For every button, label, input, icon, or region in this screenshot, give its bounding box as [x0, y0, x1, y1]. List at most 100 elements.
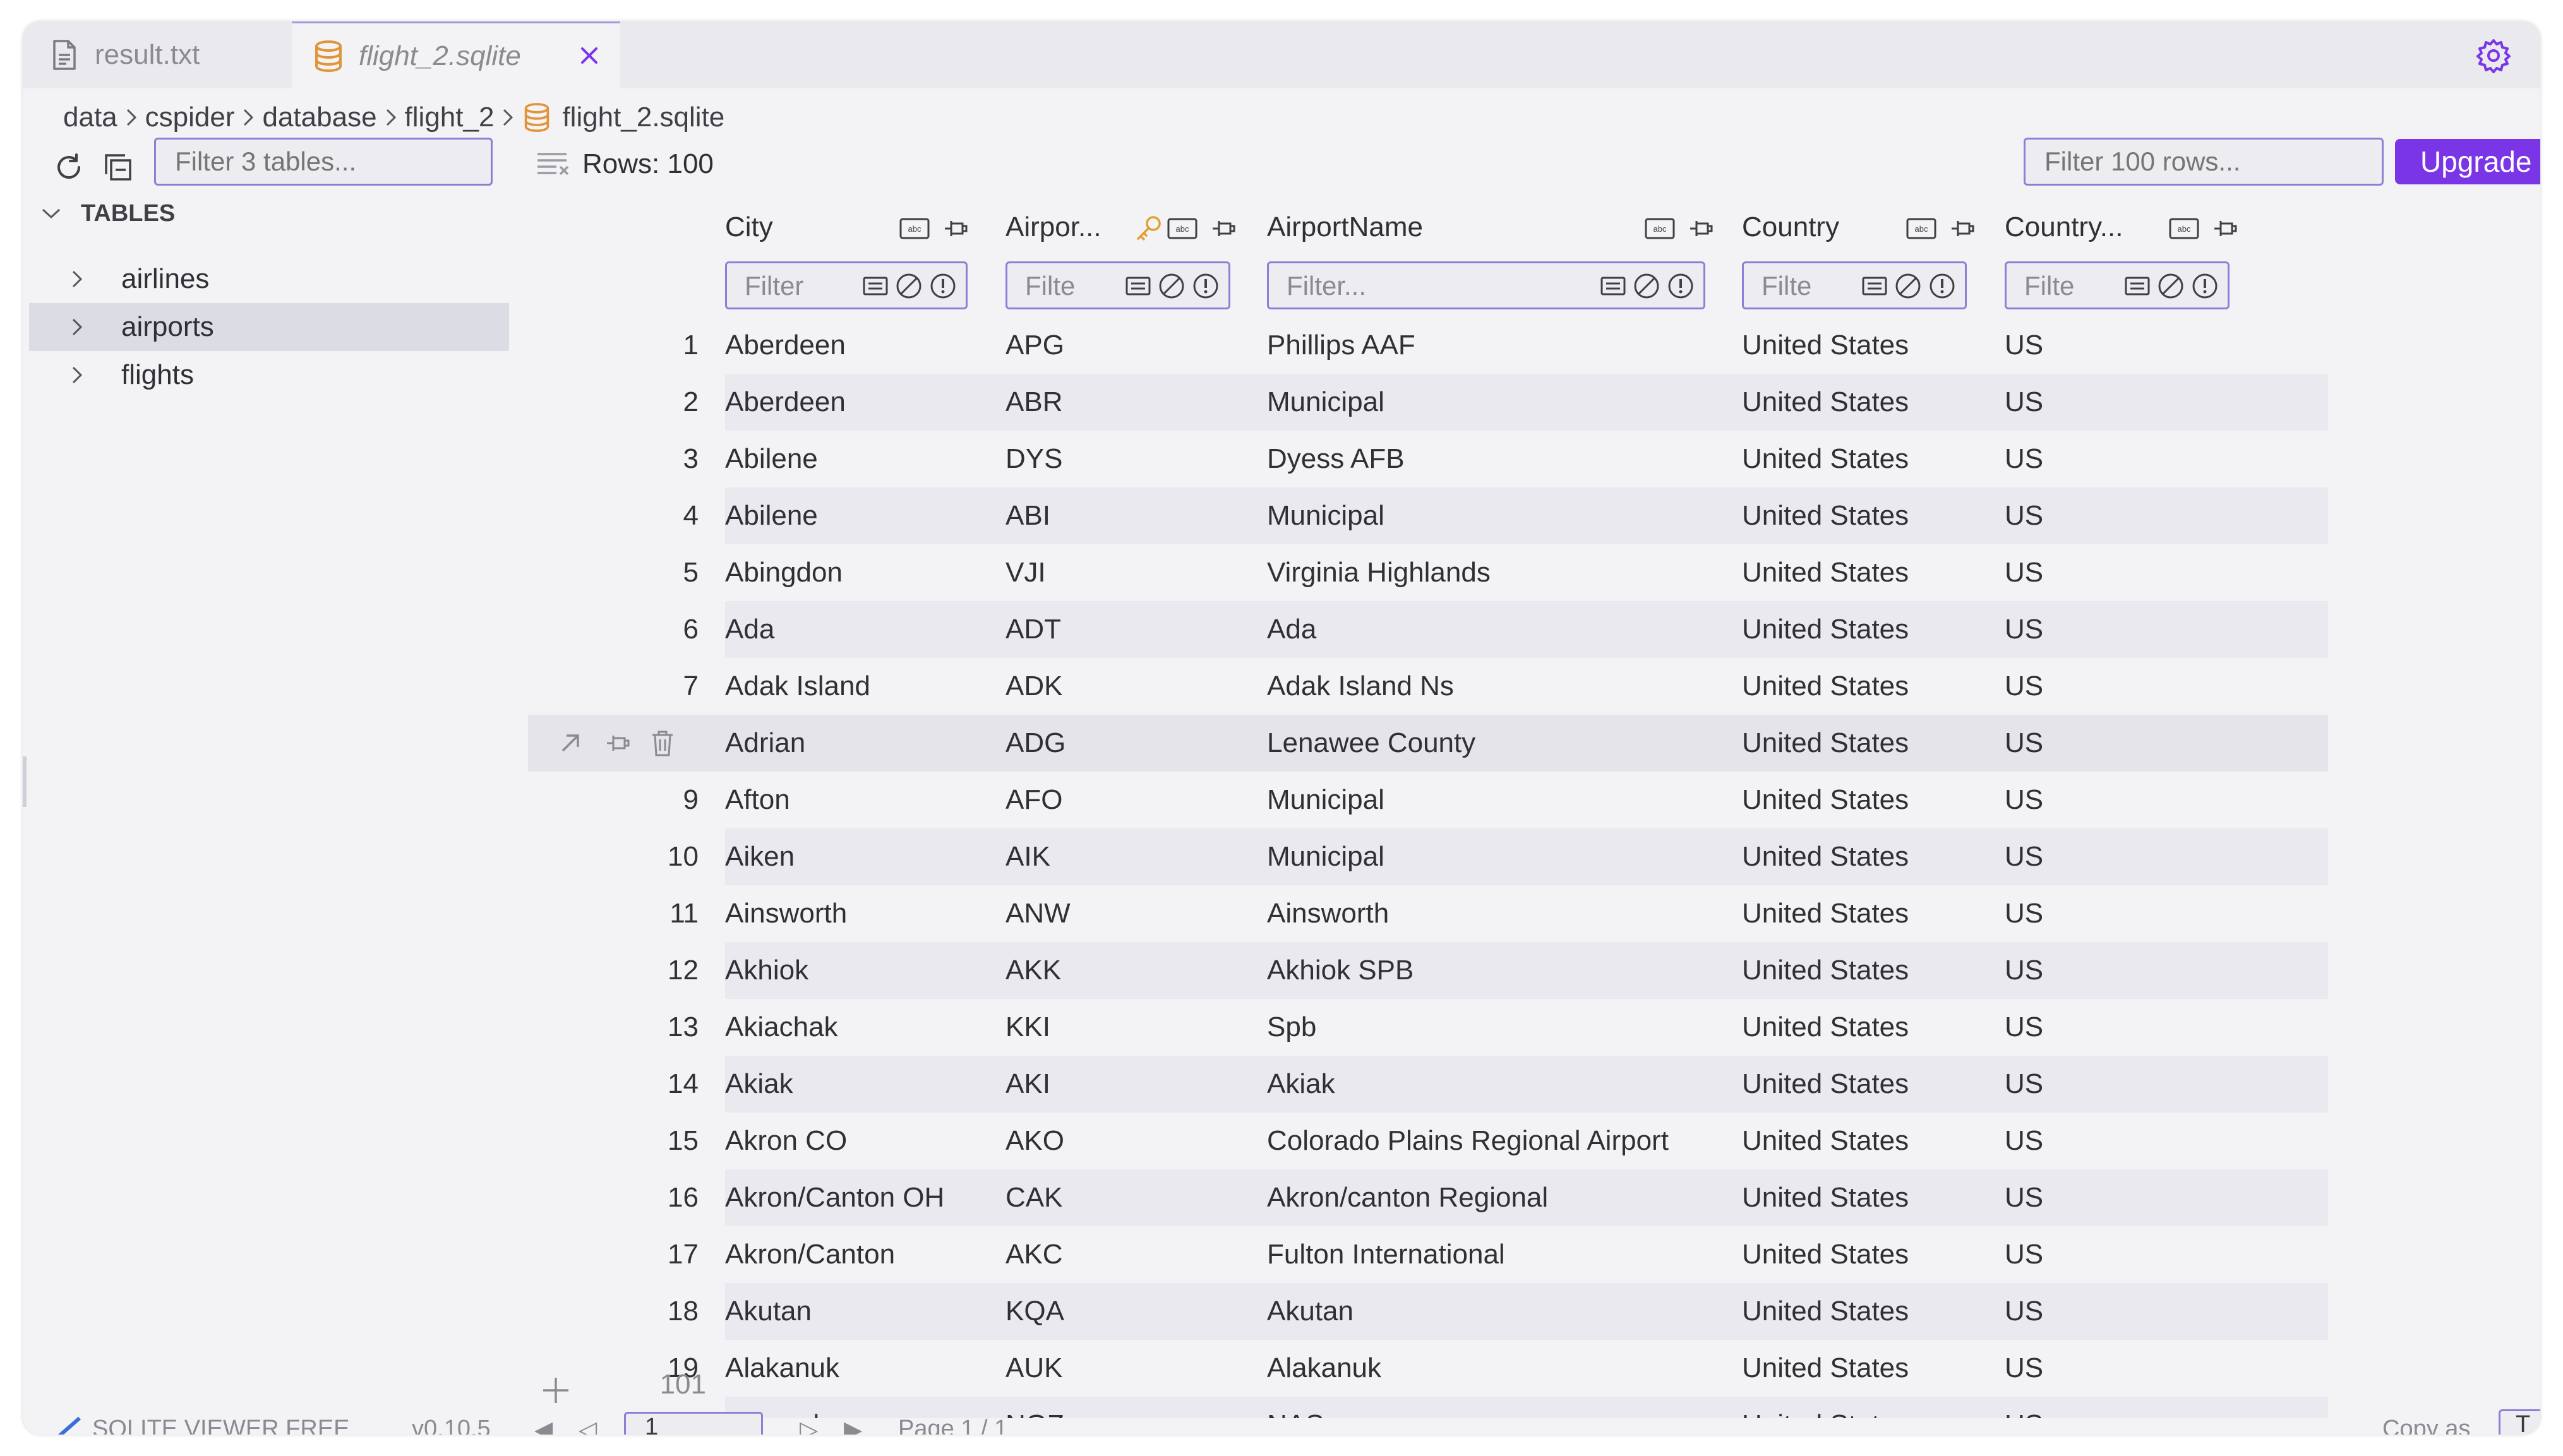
table-cell[interactable]: Akron/Canton OH [725, 1169, 944, 1226]
table-row[interactable]: 9 Afton AFO Municipal United States US [528, 772, 2328, 828]
table-cell[interactable]: Akutan [725, 1283, 812, 1340]
null-filter-icon[interactable] [2157, 272, 2185, 300]
filter-mode-icon[interactable] [862, 273, 889, 299]
table-cell[interactable]: US [2005, 772, 2043, 828]
table-cell[interactable]: Abilene [725, 431, 818, 487]
table-row[interactable]: 10 Aiken AIK Municipal United States US [528, 828, 2328, 885]
table-cell[interactable]: United States [1742, 772, 1909, 828]
table-cell[interactable]: ADG [1005, 715, 1065, 772]
column-header-airport-name[interactable]: AirportName [1267, 210, 1423, 245]
table-cell[interactable]: US [2005, 885, 2043, 942]
trash-icon[interactable] [648, 729, 677, 758]
table-cell[interactable]: Phillips AAF [1267, 317, 1415, 374]
breadcrumb-item[interactable]: database [262, 102, 376, 133]
table-cell[interactable]: ADT [1005, 601, 1061, 658]
table-cell[interactable]: United States [1742, 1056, 1909, 1113]
table-cell[interactable]: Aiken [725, 828, 795, 885]
table-cell[interactable]: Akhiok SPB [1267, 942, 1414, 999]
info-icon[interactable] [2191, 272, 2219, 300]
table-cell[interactable]: Akron CO [725, 1113, 847, 1169]
table-row[interactable]: Adrian ADG Lenawee County United States US [528, 715, 2328, 772]
table-cell[interactable]: Municipal [1267, 828, 1384, 885]
breadcrumb-item[interactable]: flight_2.sqlite [562, 102, 724, 133]
table-cell[interactable]: United States [1742, 885, 1909, 942]
table-cell[interactable]: Akhiok [725, 942, 808, 999]
table-cell[interactable]: AKI [1005, 1056, 1050, 1113]
close-icon[interactable] [573, 40, 605, 71]
null-filter-icon[interactable] [1158, 272, 1185, 300]
column-header-country[interactable]: Country [1742, 210, 1839, 245]
table-cell[interactable]: US [2005, 431, 2043, 487]
table-row[interactable]: 5 Abingdon VJI Virginia Highlands United Sta… [528, 544, 2328, 601]
table-cell[interactable]: Abingdon [725, 544, 843, 601]
table-row[interactable]: 4 Abilene ABI Municipal United States US [528, 487, 2328, 544]
table-cell[interactable]: US [2005, 601, 2043, 658]
resize-handle[interactable] [23, 756, 27, 807]
info-icon[interactable] [1928, 272, 1956, 300]
pin-icon[interactable] [1688, 218, 1713, 239]
tables-section-header[interactable]: TABLES [35, 193, 175, 234]
table-row[interactable]: 6 Ada ADT Ada United States US [528, 601, 2328, 658]
table-cell[interactable]: CAK [1005, 1169, 1062, 1226]
table-cell[interactable]: Akron/Canton [725, 1226, 895, 1283]
table-cell[interactable]: Adak Island Ns [1267, 658, 1454, 715]
table-cell[interactable]: United States [1742, 544, 1909, 601]
table-cell[interactable]: United States [1742, 942, 1909, 999]
gear-icon[interactable] [2473, 35, 2514, 76]
table-row[interactable]: 7 Adak Island ADK Adak Island Ns United Stat… [528, 658, 2328, 715]
table-cell[interactable]: Akiak [725, 1056, 793, 1113]
table-cell[interactable]: Alakanuk [725, 1340, 839, 1397]
table-cell[interactable]: US [2005, 544, 2043, 601]
table-cell[interactable]: APG [1005, 317, 1064, 374]
table-row[interactable]: 11 Ainsworth ANW Ainsworth United States US [528, 885, 2328, 942]
table-cell[interactable]: United States [1742, 1283, 1909, 1340]
table-cell[interactable]: Colorado Plains Regional Airport [1267, 1113, 1669, 1169]
null-filter-icon[interactable] [1633, 272, 1660, 300]
table-row[interactable]: 17 Akron/Canton AKC Fulton International Uni… [528, 1226, 2328, 1283]
table-cell[interactable]: ABR [1005, 374, 1062, 431]
table-row[interactable]: 2 Aberdeen ABR Municipal United States US [528, 374, 2328, 431]
table-row[interactable]: 3 Abilene DYS Dyess AFB United States US [528, 431, 2328, 487]
table-cell[interactable]: AKO [1005, 1113, 1064, 1169]
table-row[interactable]: 12 Akhiok AKK Akhiok SPB United States US [528, 942, 2328, 999]
table-cell[interactable]: United States [1742, 1340, 1909, 1397]
table-cell[interactable]: US [2005, 1169, 2043, 1226]
table-cell[interactable]: Spb [1267, 999, 1316, 1056]
pin-icon[interactable] [1949, 218, 1974, 239]
table-cell[interactable]: US [2005, 828, 2043, 885]
upgrade-button[interactable]: Upgrade [2395, 139, 2540, 184]
table-cell[interactable]: United States [1742, 1113, 1909, 1169]
table-cell[interactable]: KKI [1005, 999, 1050, 1056]
info-icon[interactable] [1667, 272, 1695, 300]
table-cell[interactable]: United States [1742, 374, 1909, 431]
filter-mode-icon[interactable] [1600, 273, 1626, 299]
table-cell[interactable]: US [2005, 999, 2043, 1056]
table-cell[interactable]: US [2005, 1226, 2043, 1283]
copy-format-button[interactable]: T [2499, 1409, 2540, 1435]
add-row-icon[interactable] [538, 1373, 573, 1408]
table-cell[interactable]: United States [1742, 317, 1909, 374]
collapse-all-icon[interactable] [96, 145, 140, 189]
pin-icon[interactable] [1210, 218, 1235, 239]
table-cell[interactable]: US [2005, 374, 2043, 431]
sidebar-item-airlines[interactable]: airlines [29, 255, 509, 303]
table-cell[interactable]: Aberdeen [725, 374, 846, 431]
table-cell[interactable]: Aberdeen [725, 317, 846, 374]
column-header-country-abbrev[interactable]: Country... [2005, 210, 2123, 245]
pin-row-icon[interactable] [603, 729, 632, 758]
table-filter-input[interactable] [154, 138, 493, 186]
table-row[interactable]: 16 Akron/Canton OH CAK Akron/canton Regiona… [528, 1169, 2328, 1226]
table-cell[interactable]: United States [1742, 658, 1909, 715]
table-cell[interactable]: Municipal [1267, 772, 1384, 828]
column-filter-city[interactable]: Filter [725, 261, 968, 309]
column-filter-country[interactable]: Filte [1742, 261, 1967, 309]
null-filter-icon[interactable] [895, 272, 923, 300]
table-cell[interactable]: AKC [1005, 1226, 1062, 1283]
column-filter-airport-code[interactable]: Filte [1005, 261, 1230, 309]
breadcrumb-item[interactable]: flight_2 [405, 102, 495, 133]
table-cell[interactable]: United States [1742, 1169, 1909, 1226]
tab-result-txt[interactable]: result.txt [23, 21, 292, 88]
column-header-city[interactable]: City [725, 210, 773, 245]
breadcrumb-item[interactable]: cspider [145, 102, 235, 133]
table-cell[interactable]: Ada [1267, 601, 1316, 658]
